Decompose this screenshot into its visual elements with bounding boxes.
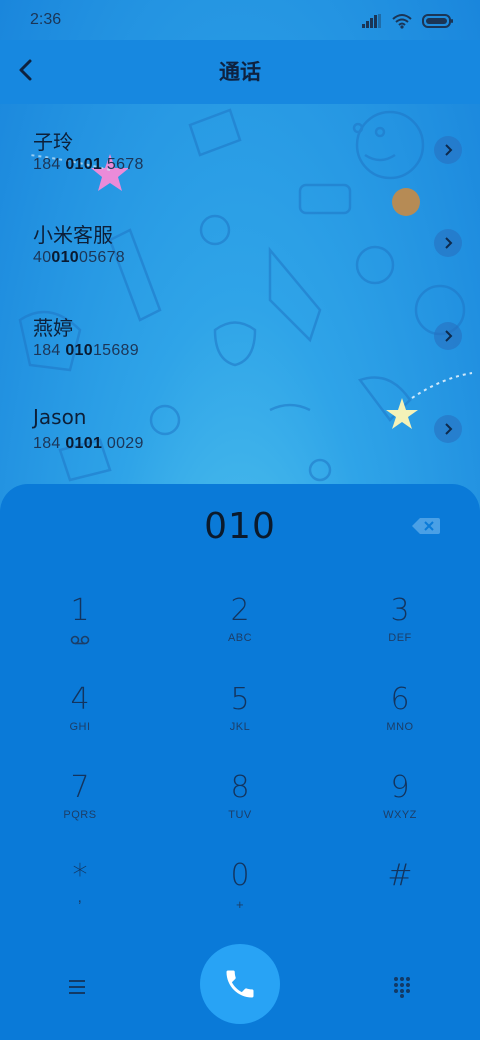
signal-icon	[362, 14, 381, 28]
key-letters: TUV	[228, 809, 252, 821]
key-6[interactable]: 6 MNO	[340, 683, 460, 763]
contact-name: Jason	[33, 405, 87, 429]
contact-detail-button[interactable]	[434, 136, 462, 164]
match-highlight: 010	[65, 342, 93, 359]
key-letters: +	[235, 897, 245, 912]
key-letters: GHI	[69, 721, 91, 733]
contact-row[interactable]: 小米客服 4001005678	[0, 211, 480, 304]
key-8[interactable]: 8 TUV	[180, 771, 300, 851]
key-digit: 2	[230, 593, 250, 628]
key-digit: 5	[230, 682, 250, 717]
key-9[interactable]: 9 WXYZ	[340, 771, 460, 851]
contact-number: 184 01015689	[33, 342, 139, 359]
key-hash[interactable]: #	[340, 859, 460, 939]
keypad-toggle-button[interactable]	[392, 976, 412, 998]
status-time: 2:36	[30, 11, 62, 28]
key-star[interactable]: * ,	[20, 859, 140, 939]
key-letters: WXYZ	[383, 809, 417, 821]
key-letters: MNO	[386, 721, 414, 733]
contact-name: 子玲	[33, 130, 73, 154]
key-digit: 4	[70, 682, 90, 717]
key-digit: 8	[230, 770, 250, 805]
key-digit: 6	[390, 682, 410, 717]
key-digit: #	[387, 858, 413, 893]
status-bar: 2:36	[0, 0, 480, 40]
key-letters: ABC	[227, 632, 253, 644]
key-3[interactable]: 3 DEF	[340, 594, 460, 674]
contact-row[interactable]: 子玲 184 0101 5678	[0, 118, 480, 211]
contact-detail-button[interactable]	[434, 322, 462, 350]
key-4[interactable]: 4 GHI	[20, 683, 140, 763]
phone-icon	[226, 970, 254, 998]
contact-detail-button[interactable]	[434, 415, 462, 443]
key-5[interactable]: 5 JKL	[180, 683, 300, 763]
contact-number: 184 0101 0029	[33, 435, 144, 452]
key-digit: 0	[230, 858, 250, 893]
key-1[interactable]: 1	[20, 594, 140, 674]
app-header: 通话	[0, 40, 480, 104]
menu-icon	[69, 980, 85, 994]
dialer-bottom-bar	[0, 944, 480, 1040]
chevron-right-icon	[445, 237, 453, 249]
key-letters: ,	[77, 889, 83, 906]
match-highlight: 0101	[65, 156, 103, 173]
key-digit: 9	[390, 770, 410, 805]
key-7[interactable]: 7 PQRS	[20, 771, 140, 851]
key-0[interactable]: 0 +	[180, 859, 300, 939]
dialpad-icon	[394, 977, 410, 998]
key-letters: DEF	[388, 632, 412, 644]
key-letters: JKL	[229, 721, 251, 733]
key-digit: *	[72, 858, 88, 893]
backspace-button[interactable]	[412, 516, 440, 536]
chevron-right-icon	[445, 144, 453, 156]
wifi-icon	[392, 14, 412, 29]
chevron-right-icon	[445, 423, 453, 435]
contact-number: 184 0101 5678	[33, 156, 144, 173]
status-icons	[362, 12, 454, 30]
contact-row[interactable]: Jason 184 0101 0029	[0, 397, 480, 490]
voicemail-icon	[70, 635, 90, 645]
backspace-icon	[412, 518, 440, 534]
key-letters: PQRS	[63, 809, 97, 821]
key-digit: 7	[70, 770, 90, 805]
battery-icon	[422, 14, 453, 28]
contact-detail-button[interactable]	[434, 229, 462, 257]
call-button[interactable]	[200, 944, 280, 1024]
dialed-number: 010	[204, 506, 276, 547]
match-highlight: 0101	[65, 435, 103, 452]
menu-button[interactable]	[66, 976, 88, 998]
contact-row[interactable]: 燕婷 184 01015689	[0, 304, 480, 397]
match-highlight: 010	[51, 249, 80, 266]
chevron-right-icon	[445, 330, 453, 342]
dialer-panel: 010 1 2 ABC 3 DEF 4 GHI 5 JKL 6 MNO 7 PQ…	[0, 484, 480, 1040]
key-digit: 1	[70, 593, 90, 628]
key-2[interactable]: 2 ABC	[180, 594, 300, 674]
contact-results-list: 子玲 184 0101 5678 小米客服 4001005678 燕婷 184 …	[0, 118, 480, 490]
contact-name: 燕婷	[33, 316, 73, 340]
contact-name: 小米客服	[33, 223, 113, 247]
page-title: 通话	[219, 60, 261, 84]
key-digit: 3	[390, 593, 410, 628]
contact-number: 4001005678	[33, 249, 126, 266]
